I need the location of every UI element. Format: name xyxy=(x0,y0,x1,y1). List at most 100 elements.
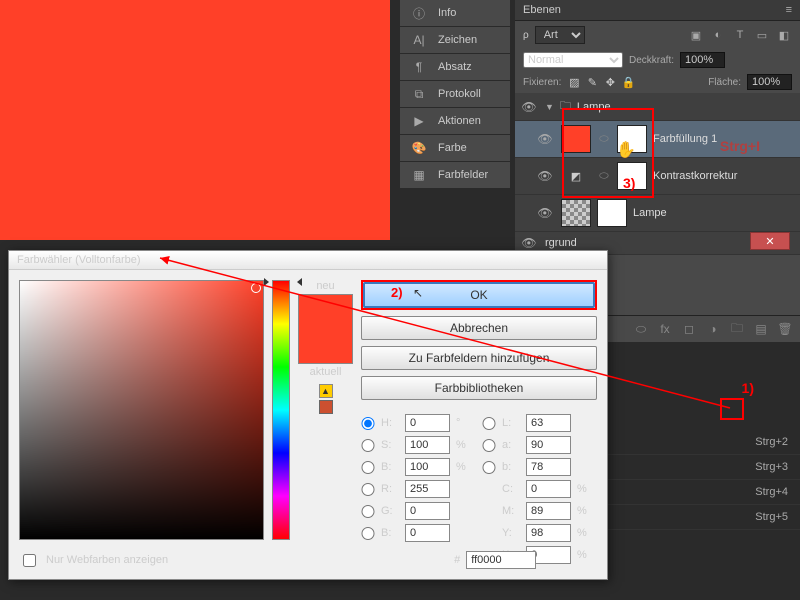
layer-name[interactable]: Farbfüllung 1 xyxy=(653,133,717,145)
layers-header[interactable]: Ebenen ≡ xyxy=(515,0,800,21)
layer-name[interactable]: rgrund xyxy=(545,237,577,249)
color-picker-ring[interactable] xyxy=(251,283,261,293)
a-input[interactable] xyxy=(526,436,571,454)
panel-info[interactable]: ⓘInfo xyxy=(400,0,510,27)
panel-title: Ebenen xyxy=(523,4,561,16)
add-swatch-button[interactable]: Zu Farbfeldern hinzufügen xyxy=(361,346,597,370)
lock-position-icon[interactable]: ✥ xyxy=(603,76,617,89)
color-values-grid: H:° L: S:% a: B:% b: R: C:% G: M:% B: Y:… xyxy=(361,414,597,564)
layer-name[interactable]: Lampe xyxy=(633,207,667,219)
bval-input[interactable] xyxy=(405,458,450,476)
layer-name[interactable]: Kontrastkorrektur xyxy=(653,170,737,182)
delete-icon[interactable]: 🗑 xyxy=(775,321,795,337)
dialog-titlebar[interactable]: Farbwähler (Volltonfarbe) xyxy=(9,251,607,270)
layer-list: 👁 ▼ 🗀 Lampe 👁 ⬭ Farbfüllung 1 👁 ◩ ⬭ Kont… xyxy=(515,93,800,255)
annotation-3: 3) xyxy=(623,175,635,191)
annotation-box-3 xyxy=(562,108,654,198)
mask-thumbnail[interactable] xyxy=(597,199,627,227)
filter-smart-icon[interactable]: ◧ xyxy=(776,27,792,43)
b-input[interactable] xyxy=(526,458,571,476)
visibility-icon[interactable]: 👁 xyxy=(535,169,555,183)
panel-farbe[interactable]: 🎨 Farbe xyxy=(400,135,510,162)
fill-input[interactable] xyxy=(747,74,792,90)
panel-absatz[interactable]: ¶Absatz xyxy=(400,54,510,81)
annotation-1: 1) xyxy=(742,380,754,396)
panel-aktionen[interactable]: ▶Aktionen xyxy=(400,108,510,135)
g-input[interactable] xyxy=(405,502,450,520)
blue-input[interactable] xyxy=(405,524,450,542)
filter-type-icon[interactable]: T xyxy=(732,27,748,43)
panel-protokoll[interactable]: ⧉Protokoll xyxy=(400,81,510,108)
saturation-brightness-field[interactable] xyxy=(19,280,264,540)
s-input[interactable] xyxy=(405,436,450,454)
panel-label: Farbfelder xyxy=(438,169,488,181)
hue-slider[interactable] xyxy=(272,280,290,540)
hex-input[interactable] xyxy=(466,551,536,569)
l-radio[interactable] xyxy=(482,417,496,430)
lock-pixels-icon[interactable]: ✎ xyxy=(585,76,599,89)
character-icon: A| xyxy=(410,33,428,47)
cursor-icon: ↖ xyxy=(413,286,423,300)
panel-label: Protokoll xyxy=(438,88,481,100)
layer-group[interactable]: 👁 ▼ 🗀 Lampe xyxy=(515,93,800,121)
layer-row[interactable]: 👁 ◩ ⬭ Kontrastkorrektur xyxy=(515,158,800,195)
bb-radio[interactable] xyxy=(482,461,496,474)
visibility-icon[interactable]: 👁 xyxy=(519,100,539,114)
disclosure-icon[interactable]: ▼ xyxy=(545,102,554,112)
cancel-button[interactable]: Abbrechen xyxy=(361,316,597,340)
panel-zeichen[interactable]: A|Zeichen xyxy=(400,27,510,54)
new-label: neu xyxy=(316,280,334,292)
hue-slider-thumb[interactable] xyxy=(268,278,298,286)
filter-shape-icon[interactable]: ▭ xyxy=(754,27,770,43)
canvas-area[interactable] xyxy=(0,0,390,240)
dialog-close-button[interactable]: ✕ xyxy=(750,232,790,250)
panel-label: Absatz xyxy=(438,61,472,73)
layer-row[interactable]: 👁 Lampe xyxy=(515,195,800,232)
filter-kind-select[interactable]: Art xyxy=(535,26,585,44)
swatches-icon: ▦ xyxy=(410,168,428,182)
color-icon: 🎨 xyxy=(410,141,428,155)
color-picker-dialog: Farbwähler (Volltonfarbe) neu aktuell ▲ … xyxy=(8,250,608,580)
lock-transparent-icon[interactable]: ▨ xyxy=(567,76,581,89)
color-libraries-button[interactable]: Farbbibliotheken xyxy=(361,376,597,400)
lock-all-icon[interactable]: 🔒 xyxy=(621,76,635,89)
panel-menu-icon[interactable]: ≡ xyxy=(786,4,792,16)
s-radio[interactable] xyxy=(361,439,375,452)
m-input[interactable] xyxy=(526,502,571,520)
fx-icon[interactable]: fx xyxy=(655,321,675,337)
opacity-input[interactable] xyxy=(680,52,725,68)
filter-adjust-icon[interactable]: ◐ xyxy=(710,27,726,43)
dialog-title: Farbwähler (Volltonfarbe) xyxy=(17,254,141,266)
h-radio[interactable] xyxy=(361,417,375,430)
group-icon[interactable]: 🗀 xyxy=(727,321,747,337)
g-radio[interactable] xyxy=(361,505,375,518)
blue-radio[interactable] xyxy=(361,527,375,540)
adjustment-layer-icon[interactable]: ◑ xyxy=(703,321,723,337)
new-layer-icon[interactable]: ▤ xyxy=(751,321,771,337)
visibility-icon[interactable]: 👁 xyxy=(519,236,539,250)
l-input[interactable] xyxy=(526,414,571,432)
annotation-shortcut: Strg+I xyxy=(720,138,760,154)
web-colors-checkbox[interactable] xyxy=(23,554,36,567)
r-input[interactable] xyxy=(405,480,450,498)
layer-thumbnail[interactable] xyxy=(561,199,591,227)
panel-farbfelder[interactable]: ▦ Farbfelder xyxy=(400,162,510,189)
filter-pixel-icon[interactable]: ▣ xyxy=(688,27,704,43)
panel-label: Farbe xyxy=(438,142,467,154)
annotation-2: 2) xyxy=(391,285,403,300)
b-radio[interactable] xyxy=(361,461,375,474)
h-input[interactable] xyxy=(405,414,450,432)
a-radio[interactable] xyxy=(482,439,496,452)
visibility-icon[interactable]: 👁 xyxy=(535,132,555,146)
gamut-warning-icon[interactable]: ▲ xyxy=(319,384,333,398)
visibility-icon[interactable]: 👁 xyxy=(535,206,555,220)
gamut-swatch[interactable] xyxy=(319,400,333,414)
c-input[interactable] xyxy=(526,480,571,498)
color-preview: neu aktuell ▲ xyxy=(298,280,353,564)
r-radio[interactable] xyxy=(361,483,375,496)
y-input[interactable] xyxy=(526,524,571,542)
blend-mode-select[interactable]: Normal xyxy=(523,52,623,68)
color-swatch[interactable] xyxy=(298,294,353,364)
mask-icon[interactable]: ◻ xyxy=(679,321,699,337)
link-layers-icon[interactable]: ⬭ xyxy=(631,321,651,337)
